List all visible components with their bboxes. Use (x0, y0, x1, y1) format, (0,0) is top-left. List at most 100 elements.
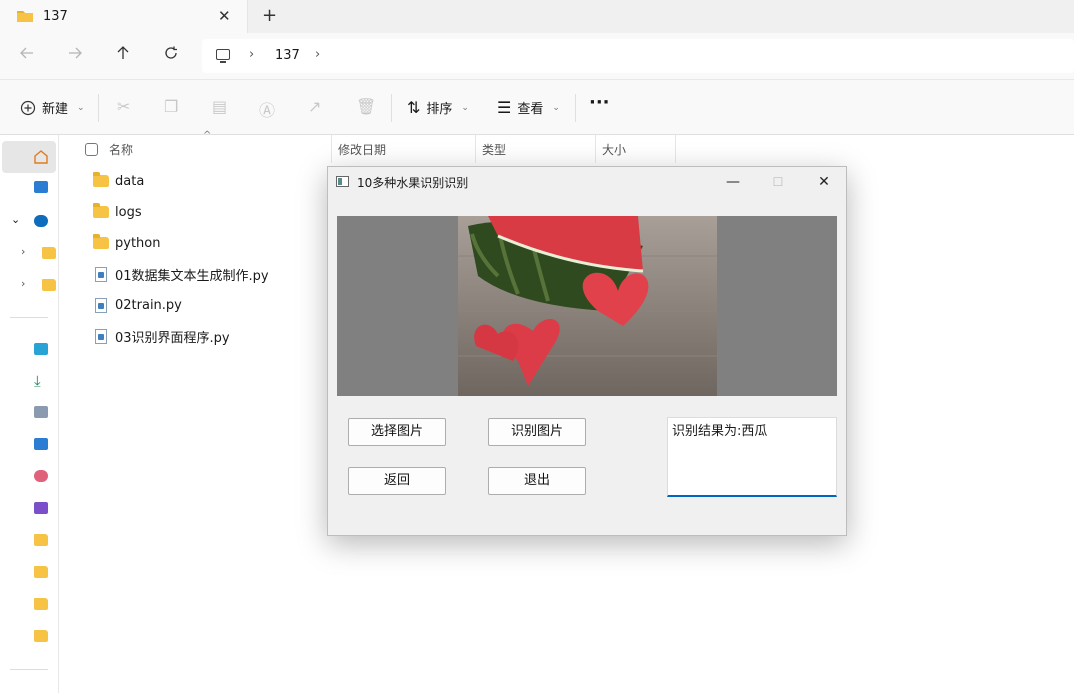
column-divider[interactable] (675, 135, 676, 163)
folder-icon[interactable] (34, 534, 48, 546)
address-bar[interactable]: › 137 › (202, 39, 1074, 73)
file-row[interactable]: 03识别界面程序.py (93, 325, 230, 347)
chevron-down-icon: ⌄ (77, 102, 85, 113)
music-icon[interactable] (34, 470, 48, 482)
breadcrumb-item-137[interactable]: 137 (275, 48, 300, 63)
select-image-button[interactable]: 选择图片 (348, 418, 446, 446)
close-icon[interactable]: ✕ (809, 171, 839, 193)
file-row[interactable]: logs (93, 201, 142, 223)
new-tab-button[interactable]: + (262, 5, 277, 26)
maximize-icon[interactable]: ☐ (763, 171, 793, 193)
file-row[interactable]: 01数据集文本生成制作.py (93, 263, 269, 285)
plus-circle-icon (20, 100, 36, 115)
back-arrow-icon[interactable] (17, 45, 37, 64)
divider (10, 317, 48, 318)
chevron-down-icon: ⌄ (552, 102, 560, 113)
address-row: › 137 › (0, 33, 1074, 80)
nav-home[interactable] (2, 141, 56, 173)
file-name: 03识别界面程序.py (115, 330, 230, 346)
view-button[interactable]: ☰ 查看 ⌄ (497, 98, 560, 117)
tab-close-icon[interactable]: ✕ (218, 7, 231, 25)
back-button[interactable]: 返回 (348, 467, 446, 495)
breadcrumb-chevron-icon[interactable]: › (315, 47, 320, 62)
more-options-icon[interactable]: ··· (589, 92, 610, 113)
tab-bar: 137 ✕ + (0, 0, 1074, 33)
watermelon-photo (458, 216, 717, 396)
expand-chevron-icon[interactable]: › (21, 245, 25, 258)
navigation-pane: ⌄ › › ⤓ (0, 135, 59, 693)
paste-icon[interactable]: ▤ (212, 97, 227, 116)
delete-icon[interactable]: 🗑 (356, 97, 376, 116)
file-row[interactable]: 02train.py (93, 294, 182, 316)
file-name: 02train.py (115, 297, 182, 313)
new-button[interactable]: 新建 ⌄ (20, 98, 85, 117)
refresh-icon[interactable] (161, 45, 181, 64)
minimize-icon[interactable]: — (718, 171, 748, 193)
expand-chevron-icon[interactable]: ⌄ (11, 213, 20, 226)
column-header-type[interactable]: 类型 (482, 141, 506, 158)
expand-chevron-icon[interactable]: › (21, 277, 25, 290)
file-name: 01数据集文本生成制作.py (115, 268, 269, 284)
gallery-icon[interactable] (34, 181, 48, 193)
sort-icon: ⇅ (407, 98, 421, 117)
file-name: python (115, 235, 161, 251)
folder-icon (93, 172, 109, 187)
folder-icon (16, 9, 34, 27)
column-header-modified[interactable]: 修改日期 (338, 141, 386, 158)
result-textbox[interactable]: 识别结果为:西瓜 (667, 417, 837, 497)
window-title: 10多种水果识别识别 (357, 176, 469, 190)
python-file-icon (95, 297, 107, 313)
videos-icon[interactable] (34, 502, 48, 514)
downloads-icon[interactable]: ⤓ (34, 372, 41, 390)
python-file-icon (95, 266, 107, 282)
divider (391, 94, 392, 122)
cut-icon[interactable]: ✂ (117, 97, 130, 116)
folder-icon[interactable] (42, 279, 56, 291)
file-name: logs (115, 204, 142, 220)
copy-icon[interactable]: ❐ (164, 97, 178, 116)
tab-137[interactable]: 137 ✕ (0, 0, 248, 33)
app-icon (336, 176, 349, 187)
this-pc-icon (216, 49, 230, 63)
folder-icon[interactable] (42, 247, 56, 259)
divider (98, 94, 99, 122)
sort-label: 排序 (426, 102, 453, 117)
folder-icon (93, 203, 109, 218)
command-bar: 新建 ⌄ ✂ ❐ ▤ Ⓐ ↗ 🗑 ⇅ 排序 ⌄ ☰ 查看 ⌄ ··· (0, 80, 1074, 135)
forward-arrow-icon[interactable] (65, 45, 85, 64)
exit-button[interactable]: 退出 (488, 467, 586, 495)
column-header-name[interactable]: 名称 (109, 141, 133, 158)
rename-icon[interactable]: Ⓐ (259, 97, 275, 121)
file-name: data (115, 173, 145, 189)
onedrive-cloud-icon[interactable] (34, 215, 48, 227)
new-label: 新建 (42, 102, 69, 117)
documents-icon[interactable] (34, 406, 48, 418)
image-display (337, 216, 837, 396)
python-file-icon (95, 328, 107, 344)
pictures-icon[interactable] (34, 438, 48, 450)
file-row[interactable]: data (93, 170, 144, 192)
column-header-size[interactable]: 大小 (602, 141, 626, 158)
window-titlebar[interactable]: 10多种水果识别识别 — ☐ ✕ (328, 167, 846, 196)
file-row[interactable]: python (93, 232, 160, 254)
up-arrow-icon[interactable] (113, 45, 133, 64)
folder-icon[interactable] (34, 630, 48, 642)
breadcrumb-chevron-icon: › (249, 47, 255, 62)
column-divider[interactable] (475, 135, 476, 163)
view-label: 查看 (517, 102, 544, 117)
desktop-icon[interactable] (34, 343, 48, 355)
divider (575, 94, 576, 122)
recognize-image-button[interactable]: 识别图片 (488, 418, 586, 446)
sort-button[interactable]: ⇅ 排序 ⌄ (407, 98, 469, 117)
view-icon: ☰ (497, 98, 512, 117)
select-all-checkbox[interactable] (85, 143, 98, 156)
folder-icon[interactable] (34, 566, 48, 578)
home-icon (34, 150, 48, 164)
fruit-recognition-window: 10多种水果识别识别 — ☐ ✕ 选择图片 识别图片 返回 退出 识别结果为:西… (327, 166, 847, 536)
folder-icon (93, 234, 109, 249)
tab-title: 137 (43, 9, 68, 24)
folder-icon[interactable] (34, 598, 48, 610)
column-divider[interactable] (595, 135, 596, 163)
share-icon[interactable]: ↗ (308, 97, 321, 116)
column-divider[interactable] (331, 135, 332, 163)
